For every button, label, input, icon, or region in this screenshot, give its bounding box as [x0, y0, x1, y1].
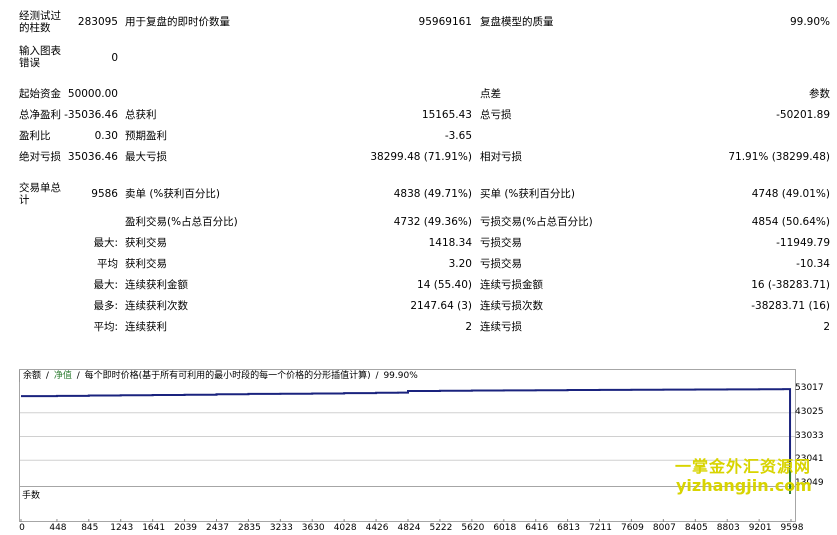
x-tick-label: 2835: [237, 523, 261, 533]
max-drawdown-label: 最大亏损: [125, 151, 167, 163]
x-tick-label: 2437: [206, 523, 229, 533]
quality-value: 99.90%: [789, 16, 830, 28]
x-tick-label: 5222: [429, 523, 453, 533]
gross-profit-value: 15165.43: [421, 109, 472, 121]
equity-legend: 净值: [53, 371, 72, 381]
net-profit-value: -35036.46: [64, 109, 118, 121]
average-loss-label: 亏损交易: [480, 258, 522, 270]
avg-consec-losses-label: 连续亏损: [480, 321, 522, 333]
x-tick-label: 4426: [365, 523, 389, 533]
largest-loss-label: 亏损交易: [480, 237, 522, 249]
rel-drawdown-value: 71.91% (38299.48): [728, 151, 830, 163]
lots-label: 手数: [22, 491, 41, 501]
profit-trades-label: 盈利交易(%占总百分比): [125, 216, 238, 228]
maximal-consec-loss-label: 连续亏损次数: [480, 300, 543, 312]
ticks-value: 95969161: [418, 16, 472, 28]
rel-drawdown-label: 相对亏损: [480, 151, 522, 163]
largest-profit-label: 获利交易: [125, 237, 167, 249]
abs-drawdown-label: 绝对亏损: [19, 151, 61, 163]
loss-trades-value: 4854 (50.64%): [751, 216, 830, 228]
watermark-url: yizhangjin.com: [676, 476, 812, 495]
largest-profit-value: 1418.34: [428, 237, 472, 249]
x-tick-label: 845: [81, 523, 99, 533]
average-prefix: 平均: [97, 258, 118, 270]
bars-label: 经测试过的柱数: [19, 10, 61, 34]
gross-loss-value: -50201.89: [776, 109, 830, 121]
max-consec-losses-label: 连续亏损金额: [480, 279, 543, 291]
avg-consec-losses-value: 2: [823, 321, 830, 333]
maximal-consec-profit-label: 连续获利次数: [125, 300, 188, 312]
profit-factor-value: 0.30: [94, 130, 118, 142]
maximal-consec-loss-value: -38283.71 (16): [751, 300, 830, 312]
total-trades-value: 9586: [91, 188, 118, 200]
x-tick-label: 8007: [652, 523, 676, 533]
profit-trades-value: 4732 (49.36%): [393, 216, 472, 228]
x-tick-label: 6416: [525, 523, 549, 533]
x-tick-label: 6813: [557, 523, 581, 533]
quality-label: 复盘模型的质量: [480, 16, 554, 28]
errors-value: 0: [111, 52, 118, 64]
y-tick-label: 43025: [795, 406, 824, 417]
deposit-label: 起始资金: [19, 88, 61, 100]
abs-drawdown-value: 35036.46: [67, 151, 118, 163]
total-trades-label: 交易单总计: [19, 182, 61, 206]
x-tick-label: 5620: [461, 523, 485, 533]
average-profit-label: 获利交易: [125, 258, 167, 270]
x-tick-label: 2039: [174, 523, 198, 533]
x-tick-label: 7609: [620, 523, 644, 533]
max-prefix: 最大:: [93, 279, 118, 291]
errors-label: 输入图表错误: [19, 45, 61, 69]
short-trades-value: 4838 (49.71%): [393, 188, 472, 200]
max-consec-wins-label: 连续获利金额: [125, 279, 188, 291]
spread-label: 点差: [480, 88, 501, 100]
avg-consec-wins-value: 2: [465, 321, 472, 333]
chart-header: 余额 / 净值 / 每个即时价格(基于所有可利用的最小时段的每一个价格的分形插值…: [19, 370, 418, 382]
expected-payoff-value: -3.65: [444, 130, 472, 142]
largest-prefix: 最大:: [93, 237, 118, 249]
max-consec-losses-value: 16 (-38283.71): [751, 279, 830, 291]
y-tick-label: 33033: [795, 430, 824, 441]
average-loss-value: -10.34: [796, 258, 830, 270]
chart-description: 每个即时价格(基于所有可利用的最小时段的每一个价格的分形插值计算): [84, 371, 371, 381]
x-tick-label: 4028: [333, 523, 357, 533]
x-tick-label: 7211: [589, 523, 612, 533]
max-consec-wins-value: 14 (55.40): [417, 279, 472, 291]
largest-loss-value: -11949.79: [776, 237, 830, 249]
avg-consec-prefix: 平均:: [93, 321, 118, 333]
x-tick-label: 1641: [142, 523, 166, 533]
x-tick-label: 0: [19, 523, 25, 533]
x-tick-label: 6018: [493, 523, 517, 533]
x-tick-label: 8405: [684, 523, 708, 533]
deposit-value: 50000.00: [67, 88, 118, 100]
x-tick-label: 4824: [397, 523, 421, 533]
long-trades-value: 4748 (49.01%): [751, 188, 830, 200]
expected-payoff-label: 预期盈利: [125, 130, 167, 142]
gross-loss-label: 总亏损: [480, 109, 512, 121]
spread-value: 参数: [809, 88, 830, 100]
chart-quality: 99.90%: [383, 371, 418, 381]
x-tick-label: 3233: [269, 523, 293, 533]
loss-trades-label: 亏损交易(%占总百分比): [480, 216, 593, 228]
maximal-consec-profit-value: 2147.64 (3): [410, 300, 472, 312]
bars-value: 283095: [77, 16, 118, 28]
y-tick-label: 53017: [795, 383, 824, 393]
maximal-prefix: 最多:: [93, 300, 118, 312]
long-trades-label: 买单 (%获利百分比): [480, 188, 576, 200]
balance-legend: 余额: [19, 370, 41, 382]
watermark-text: 一掌金外汇资源网: [675, 457, 812, 476]
x-tick-label: 9201: [748, 523, 772, 533]
max-drawdown-value: 38299.48 (71.91%): [370, 151, 472, 163]
ticks-label: 用于复盘的即时价数量: [125, 16, 230, 28]
x-tick-label: 1243: [110, 523, 134, 533]
short-trades-label: 卖单 (%获利百分比): [125, 188, 221, 200]
gross-profit-label: 总获利: [125, 109, 157, 121]
x-tick-label: 448: [49, 523, 67, 533]
profit-factor-label: 盈利比: [19, 130, 51, 142]
x-tick-label: 9598: [780, 523, 804, 533]
x-tick-label: 3630: [301, 523, 325, 533]
average-profit-value: 3.20: [448, 258, 472, 270]
x-tick-label: 8803: [716, 523, 740, 533]
avg-consec-wins-label: 连续获利: [125, 321, 167, 333]
